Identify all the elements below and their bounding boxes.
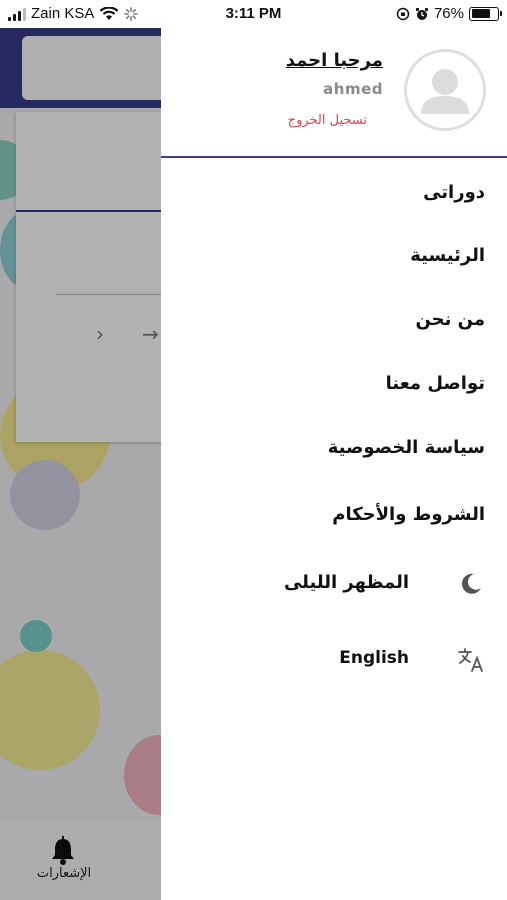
translate-icon [458, 648, 483, 672]
username-text: ahmed [323, 80, 383, 98]
logout-link[interactable]: تسجيل الخروج [288, 113, 367, 128]
language-label: English [339, 648, 409, 668]
menu-item-contact-us[interactable]: تواصل معنا [386, 363, 485, 403]
navigation-drawer: مرحبا احمد ahmed تسجيل الخروج دوراتى الر… [161, 28, 507, 900]
orientation-lock-icon [396, 7, 410, 20]
menu-item-about-us[interactable]: من نحن [415, 299, 485, 339]
menu-item-privacy-policy[interactable]: سياسة الخصوصية [328, 427, 485, 467]
battery-icon [469, 6, 502, 21]
menu-item-terms[interactable]: الشروط والأحكام [332, 494, 485, 534]
greeting-text: مرحبا احمد [285, 50, 383, 71]
menu-item-language[interactable]: English [161, 638, 507, 682]
status-bar: Zain KSA 3:11 PM 76% [0, 0, 507, 28]
menu-item-home[interactable]: الرئيسية [410, 235, 485, 275]
drawer-header: مرحبا احمد ahmed تسجيل الخروج [161, 28, 507, 158]
menu-item-dark-mode[interactable]: المظهر الليلى [161, 562, 507, 606]
menu-item-my-courses[interactable]: دوراتى [423, 172, 485, 212]
status-right: 76% [396, 5, 502, 22]
user-avatar-icon[interactable] [404, 49, 486, 131]
battery-fill [471, 9, 490, 18]
dark-mode-label: المظهر الليلى [283, 572, 409, 593]
alarm-icon [415, 7, 429, 20]
battery-percent: 76% [433, 5, 464, 22]
moon-icon [461, 573, 481, 594]
